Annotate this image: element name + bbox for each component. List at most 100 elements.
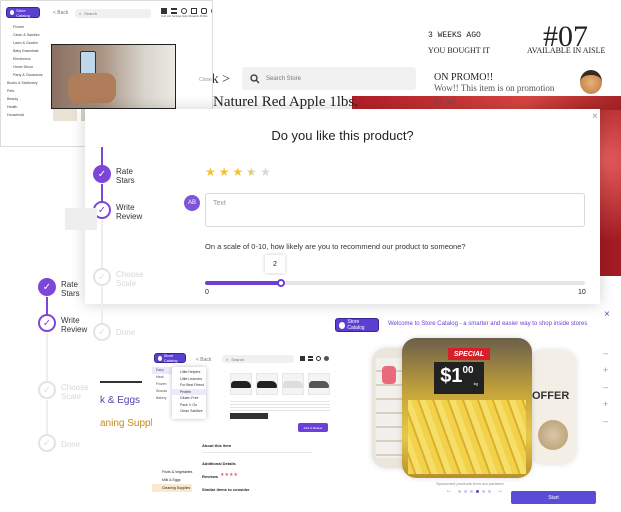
profile-icon[interactable]: [211, 8, 212, 14]
thumb-back-link[interactable]: < Back: [196, 357, 211, 363]
carousel-dot[interactable]: [464, 489, 467, 493]
tag-milk[interactable]: Milk & Eggs: [152, 476, 192, 484]
nps-slider-track[interactable]: [205, 281, 585, 285]
carousel-dots[interactable]: [458, 489, 491, 493]
brand-dot-icon: [10, 10, 15, 15]
store-search-bar[interactable]: Search Store: [242, 67, 416, 90]
carousel-dot[interactable]: [470, 489, 473, 493]
carousel-dot[interactable]: [476, 489, 479, 493]
promo-card-right[interactable]: OFFER: [530, 350, 576, 464]
stepper-line: [46, 400, 48, 434]
control-plus-icon[interactable]: +: [603, 362, 608, 379]
settings-icon[interactable]: [316, 356, 321, 361]
dropdown-item[interactable]: Clean Sanitize: [172, 408, 206, 415]
step-review-icon[interactable]: ✓: [38, 314, 56, 332]
step-scale-icon: ✓: [93, 268, 111, 286]
carousel-dot[interactable]: [458, 489, 461, 493]
star-icon[interactable]: ★: [246, 165, 257, 179]
tag-cleaning[interactable]: Cleaning Supplies: [152, 484, 193, 492]
promo-close-button[interactable]: ×: [604, 309, 610, 320]
carousel-next-icon[interactable]: →: [497, 488, 503, 494]
step-subtitle: Review: [61, 325, 88, 334]
rewards-icon[interactable]: [201, 8, 207, 14]
sidebar-item[interactable]: Books & Stationery: [5, 79, 49, 87]
shoe-image: [283, 380, 303, 388]
step-title: Write: [116, 203, 135, 212]
step-scale-label: Choose Scale: [116, 270, 144, 288]
brand-logo[interactable]: Store Catalog: [6, 7, 40, 18]
star-icon[interactable]: ★: [219, 165, 230, 179]
sidebar-item[interactable]: Lawn & Garden: [5, 39, 49, 47]
tag-fruits[interactable]: Fruits & Vegetables: [152, 468, 192, 476]
carousel-dot[interactable]: [482, 489, 485, 493]
similar-title: Similar items to consider: [202, 487, 250, 492]
step-subtitle: Review: [116, 212, 143, 221]
category-fragment-dairy[interactable]: k & Eggs: [100, 395, 140, 406]
thumb-toolbar: [300, 356, 329, 361]
dialog-close-button[interactable]: ×: [592, 111, 598, 122]
nps-slider-thumb[interactable]: [277, 279, 285, 287]
sidebar-section[interactable]: Beauty: [5, 95, 49, 103]
profile-icon[interactable]: [324, 356, 329, 361]
video-overlay[interactable]: [51, 44, 176, 109]
step-rate-icon[interactable]: ✓: [93, 165, 111, 183]
grid-icon[interactable]: [300, 356, 305, 361]
carousel-prev-icon[interactable]: ←: [446, 488, 452, 494]
review-textarea[interactable]: Text: [205, 193, 585, 227]
promo-brand-logo[interactable]: Store Catalog: [335, 318, 379, 332]
side-controls: – + – + –: [603, 345, 608, 430]
step-rate-icon[interactable]: ✓: [38, 278, 56, 296]
carousel-dot[interactable]: [488, 489, 491, 493]
product-card[interactable]: [230, 373, 252, 395]
grid-icon[interactable]: [161, 8, 167, 14]
sidebar-item[interactable]: Baby Essentials: [5, 47, 49, 55]
thumb-back-link[interactable]: < Back: [53, 10, 68, 16]
search-icon: [250, 73, 260, 83]
thumb-search-input[interactable]: ⌕ Search: [75, 9, 151, 18]
start-button[interactable]: Start: [511, 491, 596, 504]
star-icon[interactable]: ★: [260, 165, 271, 179]
thumb-sidebar: Frozen Clean & Sanitize Lawn & Garden Ba…: [5, 23, 49, 119]
control-dash-icon[interactable]: –: [603, 345, 608, 362]
sidebar-item[interactable]: Party & Occasions: [5, 71, 49, 79]
product-card[interactable]: [308, 373, 330, 395]
sidebar-section[interactable]: Household: [5, 111, 49, 119]
additional-title: Additional Details: [202, 461, 236, 466]
control-dash-icon[interactable]: –: [603, 413, 608, 430]
sidebar-section[interactable]: Pets: [5, 87, 49, 95]
weeks-ago-label: 3 WEEKS AGO: [428, 31, 481, 40]
control-dash-icon[interactable]: –: [603, 379, 608, 396]
settings-icon[interactable]: [181, 8, 187, 14]
sidebar-item[interactable]: Electronics: [5, 55, 49, 63]
product-card[interactable]: [282, 373, 304, 395]
price-main: $1: [440, 365, 463, 387]
sidebar-item[interactable]: Home Décor: [5, 63, 49, 71]
step-title: Rate: [116, 167, 133, 176]
brand-logo[interactable]: Store Catalog: [154, 353, 186, 363]
fragment-bar: [65, 208, 97, 230]
list-icon[interactable]: [308, 356, 313, 361]
category-dropdown[interactable]: Little Helpers Little Learners For Best …: [172, 367, 206, 419]
control-plus-icon[interactable]: +: [603, 396, 608, 413]
add-to-basket-button[interactable]: Add to Basket: [298, 423, 328, 432]
reviews-stars: ★★★★: [220, 472, 238, 478]
promo-card-main[interactable]: SPECIAL $1 00 kg: [402, 338, 532, 478]
sidebar-item[interactable]: Clean & Sanitize: [5, 31, 49, 39]
thumb-chat-label[interactable]: Close: [199, 77, 212, 83]
star-icon[interactable]: ★: [233, 165, 244, 179]
brand-name: Store Catalog: [163, 353, 178, 363]
star-icon[interactable]: ★: [205, 165, 216, 179]
star-rating[interactable]: ★ ★ ★ ★ ★: [205, 165, 271, 179]
thumb-search-icon: ⌕: [79, 11, 82, 16]
thumb-search-input[interactable]: ⌕ Search: [222, 355, 294, 363]
product-thumb[interactable]: [53, 109, 77, 121]
carousel-controls: ← →: [446, 488, 503, 494]
product-card[interactable]: [256, 373, 278, 395]
help-icon[interactable]: [191, 8, 197, 14]
sidebar-item[interactable]: Frozen: [5, 23, 49, 31]
step-title: Choose: [61, 383, 89, 392]
sidebar-section[interactable]: Health: [5, 103, 49, 111]
list-icon[interactable]: [171, 8, 177, 14]
toolbar-label: Profile: [199, 15, 208, 18]
thumb-search-placeholder: Search: [231, 356, 244, 362]
